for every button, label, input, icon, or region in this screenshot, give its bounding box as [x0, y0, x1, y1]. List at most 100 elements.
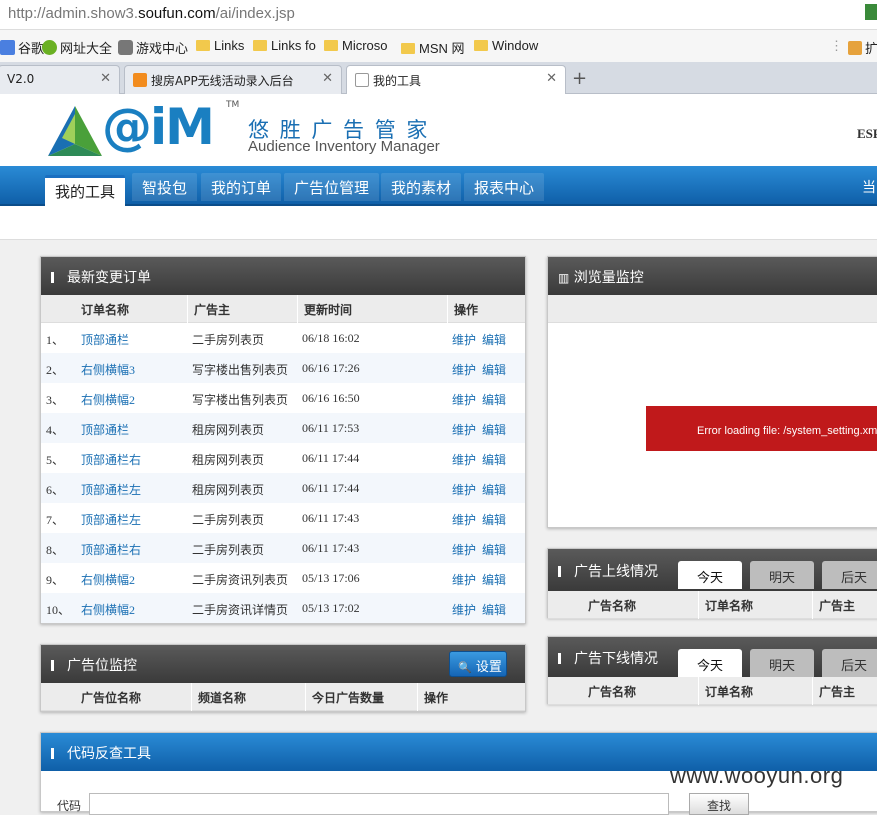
en-title: Audience Inventory Manager — [248, 138, 440, 155]
updated-time-cell: 05/13 17:06 — [302, 571, 360, 585]
bookmark-msn[interactable]: MSN 网 — [401, 38, 465, 57]
nav-my-materials[interactable]: 我的素材 — [381, 173, 462, 201]
bookmark-google[interactable]: 谷歌 — [0, 38, 44, 57]
maintain-link[interactable]: 维护 — [452, 361, 476, 378]
order-name-link[interactable]: 顶部通栏左 — [81, 511, 141, 528]
bookmark-window[interactable]: Window — [474, 38, 538, 53]
updated-time-cell: 06/11 17:43 — [302, 511, 360, 525]
tab-day-after[interactable]: 后天 — [822, 561, 877, 589]
order-name-link[interactable]: 顶部通栏 — [81, 421, 129, 438]
col-advertiser: 广告主 — [812, 591, 877, 619]
bookmark-apps[interactable]: 扩 — [848, 38, 877, 57]
url-bar[interactable]: http://admin.show3.soufun.com/ai/index.j… — [0, 0, 877, 30]
edit-link[interactable]: 编辑 — [482, 391, 506, 408]
row-index: 8、 — [46, 543, 65, 557]
nav-ad-space[interactable]: 广告位管理 — [284, 173, 380, 201]
edit-link[interactable]: 编辑 — [482, 511, 506, 528]
list-icon — [51, 748, 62, 759]
panel-header: ▥ 浏览量监控 — [548, 257, 877, 295]
edit-link[interactable]: 编辑 — [482, 571, 506, 588]
tab-soufun-app[interactable]: 搜房APP无线活动录入后台 ✕ — [124, 65, 342, 94]
edit-link[interactable]: 编辑 — [482, 331, 506, 348]
url-domain: soufun.com — [138, 5, 216, 22]
advertiser-cell: 租房网列表页 — [192, 453, 265, 467]
table-row: 8、 顶部通栏右 二手房列表页 06/11 17:43 维护 编辑 — [41, 533, 525, 563]
bar-chart-icon: ▥ — [558, 271, 570, 285]
tab-my-tools[interactable]: 我的工具 ✕ — [346, 65, 566, 95]
order-name-link[interactable]: 顶部通栏 — [81, 331, 129, 348]
folder-icon — [324, 40, 338, 51]
tab-today[interactable]: 今天 — [678, 649, 742, 677]
maintain-link[interactable]: 维护 — [452, 511, 476, 528]
logo-text: @iM — [102, 98, 215, 156]
nav-my-tools[interactable]: 我的工具 — [45, 175, 126, 206]
settings-button[interactable]: 🔍 设置 — [449, 651, 507, 677]
edit-link[interactable]: 编辑 — [482, 541, 506, 558]
table-row: 3、 右侧横幅2 写字楼出售列表页 06/16 16:50 维护 编辑 — [41, 383, 525, 413]
table-header: 广告名称 订单名称 广告主 — [548, 591, 877, 619]
maintain-link[interactable]: 维护 — [452, 451, 476, 468]
col-actions: 操作 — [447, 295, 525, 323]
bookmark-links[interactable]: Links — [196, 38, 244, 53]
list-icon — [51, 272, 62, 283]
close-icon[interactable]: ✕ — [546, 71, 557, 86]
globe-icon — [42, 40, 57, 55]
order-name-link[interactable]: 右侧横幅2 — [81, 391, 135, 408]
row-index: 4、 — [46, 423, 65, 437]
bookmarks-bar: 谷歌 网址大全 游戏中心 Links Links fo Microso MSN … — [0, 30, 877, 62]
code-input[interactable] — [89, 793, 669, 815]
list-icon — [558, 653, 569, 664]
maintain-link[interactable]: 维护 — [452, 391, 476, 408]
table-row: 4、 顶部通栏 租房网列表页 06/11 17:53 维护 编辑 — [41, 413, 525, 443]
order-name-link[interactable]: 顶部通栏左 — [81, 481, 141, 498]
col-actions: 操作 — [417, 683, 525, 711]
panel-title: 广告位监控 — [67, 658, 137, 674]
edit-link[interactable]: 编辑 — [482, 451, 506, 468]
edit-link[interactable]: 编辑 — [482, 361, 506, 378]
bookmark-games[interactable]: 游戏中心 — [118, 38, 188, 57]
order-name-link[interactable]: 右侧横幅3 — [81, 361, 135, 378]
panel-header: 广告上线情况 今天 明天 后天 — [548, 549, 877, 591]
tab-day-after[interactable]: 后天 — [822, 649, 877, 677]
maintain-link[interactable]: 维护 — [452, 601, 476, 618]
maintain-link[interactable]: 维护 — [452, 541, 476, 558]
maintain-link[interactable]: 维护 — [452, 481, 476, 498]
order-name-link[interactable]: 顶部通栏右 — [81, 541, 141, 558]
row-index: 10、 — [46, 603, 71, 617]
nav-my-orders[interactable]: 我的订单 — [201, 173, 282, 201]
order-name-link[interactable]: 右侧横幅2 — [81, 571, 135, 588]
edit-link[interactable]: 编辑 — [482, 481, 506, 498]
tab-tomorrow[interactable]: 明天 — [750, 561, 814, 589]
maintain-link[interactable]: 维护 — [452, 421, 476, 438]
google-icon — [0, 40, 15, 55]
tab-today[interactable]: 今天 — [678, 561, 742, 589]
col-order-name: 订单名称 — [698, 591, 812, 619]
nav-smart-pack[interactable]: 智投包 — [132, 173, 198, 201]
close-icon[interactable]: ✕ — [322, 71, 333, 86]
extension-icon[interactable] — [865, 4, 877, 20]
updated-time-cell: 06/18 16:02 — [302, 331, 360, 345]
advertiser-cell: 二手房列表页 — [192, 333, 265, 347]
row-index: 9、 — [46, 573, 65, 587]
tab-v2[interactable]: V2.0 ✕ — [0, 65, 120, 94]
find-button[interactable]: 查找 — [689, 793, 749, 815]
maintain-link[interactable]: 维护 — [452, 331, 476, 348]
maintain-link[interactable]: 维护 — [452, 571, 476, 588]
row-index: 3、 — [46, 393, 65, 407]
order-name-link[interactable]: 顶部通栏右 — [81, 451, 141, 468]
bookmark-links-fo[interactable]: Links fo — [253, 38, 316, 53]
panel-header: 广告位监控 🔍 设置 — [41, 645, 525, 683]
bookmark-hao123[interactable]: 网址大全 — [42, 38, 112, 57]
bookmark-microso[interactable]: Microso — [324, 38, 388, 53]
list-icon — [558, 566, 569, 577]
bookmark-overflow-dots[interactable]: ⋮ — [830, 38, 843, 54]
edit-link[interactable]: 编辑 — [482, 421, 506, 438]
logo-tm: TM — [226, 100, 240, 110]
order-name-link[interactable]: 右侧横幅2 — [81, 601, 135, 618]
edit-link[interactable]: 编辑 — [482, 601, 506, 618]
new-tab-button[interactable]: + — [572, 68, 587, 89]
tab-tomorrow[interactable]: 明天 — [750, 649, 814, 677]
nav-reports[interactable]: 报表中心 — [464, 173, 545, 201]
close-icon[interactable]: ✕ — [100, 71, 111, 86]
col-updated: 更新时间 — [297, 295, 447, 323]
